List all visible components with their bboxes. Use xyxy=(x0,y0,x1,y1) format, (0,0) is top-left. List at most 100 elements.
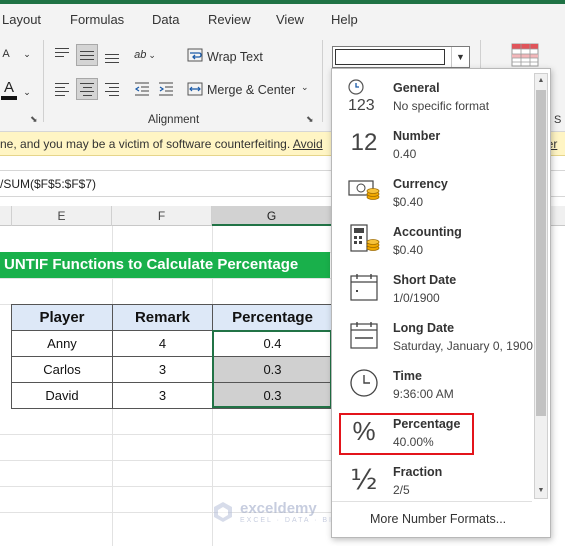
format-sample: No specific format xyxy=(393,99,490,113)
merge-center-icon[interactable] xyxy=(186,80,204,98)
wrap-text-button[interactable]: Wrap Text xyxy=(207,50,263,64)
table-header-row: Player Remark Percentage xyxy=(11,304,333,331)
header-remark[interactable]: Remark xyxy=(112,304,213,331)
number-format-input[interactable] xyxy=(335,49,445,65)
decrease-indent-icon[interactable] xyxy=(132,78,152,100)
warning-link[interactable]: Avoid xyxy=(293,137,323,151)
font-color-swatch xyxy=(1,96,17,100)
long-date-calendar-icon xyxy=(344,317,384,353)
orientation-button[interactable]: ab ⌄ xyxy=(132,44,158,66)
format-option-time[interactable]: Time 9:36:00 AM xyxy=(332,359,532,407)
chevron-down-icon[interactable]: ⌄ xyxy=(301,82,309,93)
format-name: Short Date xyxy=(393,273,457,287)
ribbon-separator xyxy=(322,40,323,122)
format-name: Currency xyxy=(393,177,448,191)
column-header-d[interactable] xyxy=(0,206,12,226)
cell-player[interactable]: David xyxy=(11,382,113,409)
increase-indent-icon[interactable] xyxy=(156,78,176,100)
format-sample: $0.40 xyxy=(393,243,424,257)
format-sample: 1/0/1900 xyxy=(393,291,440,305)
cell-remark[interactable]: 3 xyxy=(112,356,213,383)
top-align-button[interactable] xyxy=(52,44,72,66)
cell-player[interactable]: Anny xyxy=(11,330,113,357)
font-dialog-launcher-icon[interactable]: ⬊ xyxy=(30,114,38,125)
sheet-title[interactable]: UNTIF Functions to Calculate Percentage xyxy=(4,256,298,273)
chevron-down-icon[interactable]: ⌄ xyxy=(22,82,32,102)
sheet-title-bar: UNTIF Functions to Calculate Percentage xyxy=(0,252,330,278)
menu-data[interactable]: Data xyxy=(152,12,179,27)
dropdown-scrollbar[interactable]: ▲ ▼ xyxy=(534,73,548,499)
more-number-formats-link[interactable]: More Number Formats... xyxy=(370,512,506,526)
format-option-general[interactable]: 123 General No specific format xyxy=(332,71,532,119)
table-row: David 3 0.3 xyxy=(11,382,333,409)
cell-percentage[interactable]: 0.4 xyxy=(212,330,333,357)
scroll-thumb[interactable] xyxy=(536,90,546,416)
merge-center-button[interactable]: Merge & Center xyxy=(207,83,295,97)
format-option-currency[interactable]: Currency $0.40 xyxy=(332,167,532,215)
format-sample: Saturday, January 0, 1900 xyxy=(393,339,533,353)
dropdown-footer: More Number Formats... xyxy=(332,501,532,531)
font-color-button[interactable]: A xyxy=(0,78,18,102)
menu-view[interactable]: View xyxy=(276,12,304,27)
table-row: Carlos 3 0.3 xyxy=(11,356,333,383)
wrap-text-icon[interactable] xyxy=(186,46,204,64)
menu-layout[interactable]: Layout xyxy=(2,12,41,27)
column-header-f[interactable]: F xyxy=(112,206,212,226)
menu-help[interactable]: Help xyxy=(331,12,358,27)
cell-percentage[interactable]: 0.3 xyxy=(212,382,333,409)
format-option-long-date[interactable]: Long Date Saturday, January 0, 1900 xyxy=(332,311,533,359)
gridline xyxy=(0,486,332,487)
format-name: General xyxy=(393,81,440,95)
chevron-down-icon[interactable]: ⌄ xyxy=(22,44,32,64)
chevron-down-icon[interactable]: ▼ xyxy=(451,47,469,67)
format-sample: 0.40 xyxy=(393,147,417,161)
align-center-button[interactable] xyxy=(76,78,98,100)
gridline xyxy=(0,278,332,279)
format-name: Fraction xyxy=(393,465,443,479)
format-name: Long Date xyxy=(393,321,455,335)
cell-player[interactable]: Carlos xyxy=(11,356,113,383)
format-name: Accounting xyxy=(393,225,462,239)
accounting-icon xyxy=(344,221,384,257)
number-format-combo[interactable]: ▼ xyxy=(332,46,470,68)
percentage-highlight-box xyxy=(339,413,474,455)
middle-align-button[interactable] xyxy=(76,44,98,66)
scroll-up-icon[interactable]: ▲ xyxy=(535,74,547,88)
scroll-down-icon[interactable]: ▼ xyxy=(535,484,547,498)
orientation-icon: ab xyxy=(134,49,147,61)
format-option-number[interactable]: 12 Number 0.40 xyxy=(332,119,532,167)
font-color-icon: A xyxy=(3,79,14,96)
gridline xyxy=(0,434,332,435)
column-header-e[interactable]: E xyxy=(12,206,112,226)
number-format-dropdown: 123 General No specific format 12 Number… xyxy=(331,68,551,538)
number-12-icon: 12 xyxy=(350,129,378,156)
fraction-icon: ½ xyxy=(350,462,378,496)
align-left-button[interactable] xyxy=(52,78,72,100)
format-name: Time xyxy=(393,369,422,383)
cell-remark[interactable]: 4 xyxy=(112,330,213,357)
ribbon-separator xyxy=(43,40,44,122)
format-option-fraction[interactable]: ½ Fraction 2/5 xyxy=(332,455,532,503)
cell-percentage[interactable]: 0.3 xyxy=(212,356,333,383)
format-as-table-icon[interactable] xyxy=(510,42,540,68)
format-option-accounting[interactable]: Accounting $0.40 xyxy=(332,215,532,263)
align-right-button[interactable] xyxy=(102,78,122,100)
header-percentage[interactable]: Percentage xyxy=(212,304,333,331)
font-size-arrows-icon[interactable]: A xyxy=(0,44,12,64)
alignment-dialog-launcher-icon[interactable]: ⬊ xyxy=(306,114,314,125)
menu-formulas[interactable]: Formulas xyxy=(70,12,124,27)
watermark-tagline: EXCEL · DATA · BI xyxy=(240,517,333,524)
format-sample: 9:36:00 AM xyxy=(393,387,454,401)
bottom-align-button[interactable] xyxy=(102,44,122,66)
menu-review[interactable]: Review xyxy=(208,12,251,27)
column-header-g[interactable]: G xyxy=(212,206,332,226)
header-player[interactable]: Player xyxy=(11,304,113,331)
format-option-short-date[interactable]: Short Date 1/0/1900 xyxy=(332,263,532,311)
watermark-name: exceldemy xyxy=(240,500,317,517)
alignment-group-label: Alignment xyxy=(148,114,200,126)
clock-icon xyxy=(344,365,384,401)
exceldemy-logo-icon xyxy=(214,502,232,522)
cell-remark[interactable]: 3 xyxy=(112,382,213,409)
formula-text[interactable]: /SUM($F$5:$F$7) xyxy=(0,177,96,191)
format-sample: $0.40 xyxy=(393,195,424,209)
